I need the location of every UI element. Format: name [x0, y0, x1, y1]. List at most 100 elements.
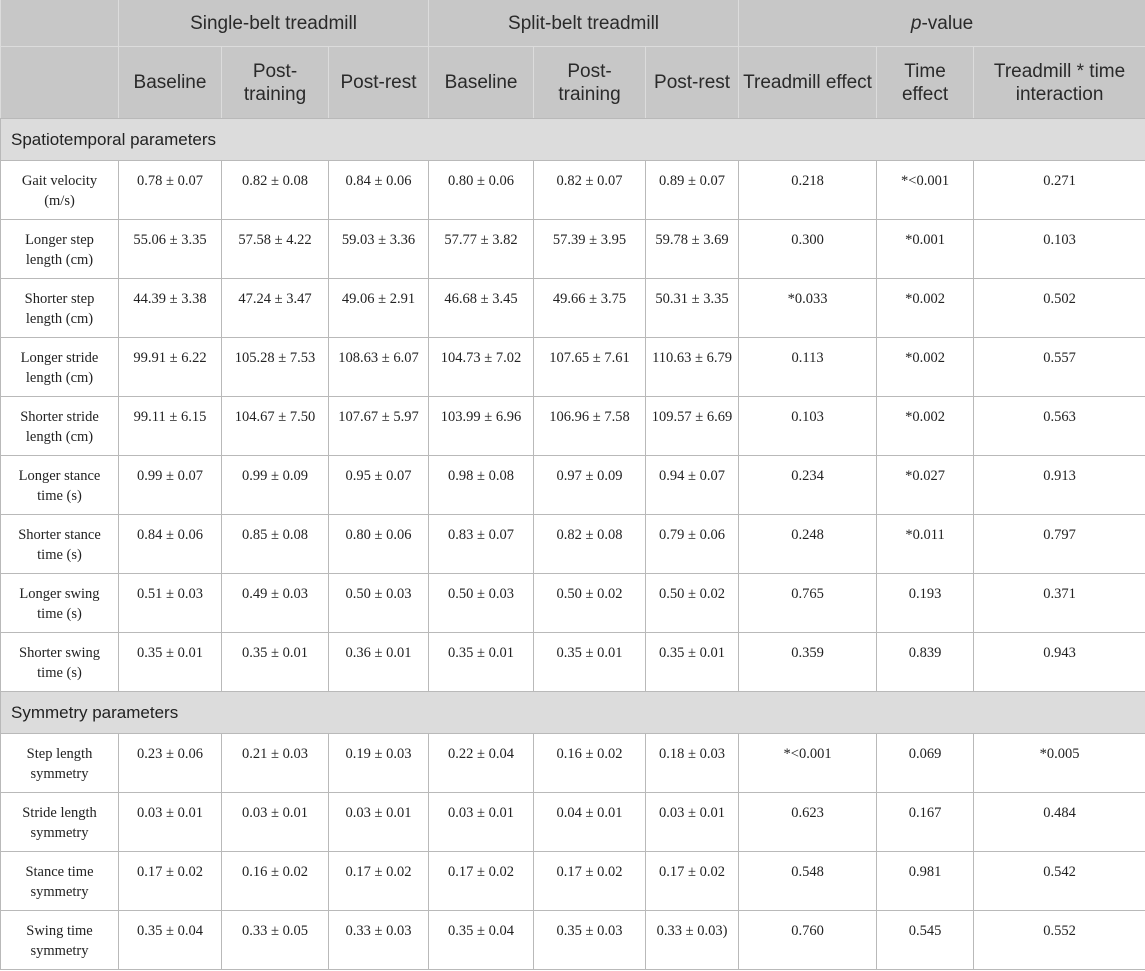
table-cell: 105.28 ± 7.53 — [221, 337, 329, 397]
table-cell: *0.027 — [876, 455, 975, 515]
table-cell: 0.760 — [738, 910, 878, 970]
parameter-name: Stance time symmetry — [0, 851, 119, 911]
table-cell: 57.77 ± 3.82 — [428, 219, 535, 279]
table-row: Longer stride length (cm) 99.91 ± 6.22 105… — [0, 337, 1145, 397]
table-cell: 0.49 ± 0.03 — [221, 573, 329, 633]
column-header: Post-rest — [327, 46, 430, 119]
table-cell: 0.300 — [738, 219, 878, 279]
table-cell: *0.005 — [973, 733, 1145, 793]
parameter-name: Shorter swing time (s) — [0, 632, 119, 692]
table-cell: 49.06 ± 2.91 — [327, 278, 430, 338]
table-row: Longer stance time (s) 0.99 ± 0.07 0.99 ± … — [0, 455, 1145, 515]
table-cell: 110.63 ± 6.79 — [645, 337, 740, 397]
column-header: Post-training — [221, 46, 329, 119]
table-cell: 0.16 ± 0.02 — [533, 733, 647, 793]
parameter-name: Longer step length (cm) — [0, 219, 119, 279]
table-cell: 0.21 ± 0.03 — [221, 733, 329, 793]
table-cell: 108.63 ± 6.07 — [327, 337, 430, 397]
header-corner-lower — [0, 46, 119, 119]
table-cell: 0.371 — [973, 573, 1145, 633]
table-cell: 109.57 ± 6.69 — [645, 396, 740, 456]
table-cell: 0.98 ± 0.08 — [428, 455, 535, 515]
table-cell: 0.17 ± 0.02 — [118, 851, 222, 911]
table-cell: 0.50 ± 0.03 — [428, 573, 535, 633]
table-cell: 49.66 ± 3.75 — [533, 278, 647, 338]
parameter-name: Step length symmetry — [0, 733, 119, 793]
table-cell: 0.89 ± 0.07 — [645, 160, 740, 220]
table-cell: 0.17 ± 0.02 — [645, 851, 740, 911]
table-cell: 0.82 ± 0.07 — [533, 160, 647, 220]
parameter-name: Gait velocity (m/s) — [0, 160, 119, 220]
table-cell: *0.002 — [876, 337, 975, 397]
table-cell: 106.96 ± 7.58 — [533, 396, 647, 456]
table-cell: 0.82 ± 0.08 — [221, 160, 329, 220]
table-cell: 0.03 ± 0.01 — [221, 792, 329, 852]
column-header: Time effect — [876, 46, 975, 119]
section-row: Spatiotemporal parameters — [0, 118, 1145, 161]
table-cell: *<0.001 — [876, 160, 975, 220]
table-cell: 50.31 ± 3.35 — [645, 278, 740, 338]
column-header: Post-rest — [645, 46, 740, 119]
table-cell: 0.103 — [973, 219, 1145, 279]
table-cell: 0.50 ± 0.02 — [645, 573, 740, 633]
table-row: Shorter stance time (s) 0.84 ± 0.06 0.85 ±… — [0, 514, 1145, 574]
column-header: Baseline — [118, 46, 222, 119]
table-cell: 0.17 ± 0.02 — [327, 851, 430, 911]
table-body: Spatiotemporal parameters Gait velocity (… — [0, 118, 1145, 970]
table-cell: 104.73 ± 7.02 — [428, 337, 535, 397]
table-row: Step length symmetry 0.23 ± 0.06 0.21 ± 0.… — [0, 733, 1145, 793]
section-title: Spatiotemporal parameters — [0, 118, 1145, 161]
table-row: Stride length symmetry 0.03 ± 0.01 0.03 ± … — [0, 792, 1145, 852]
table-cell: 99.11 ± 6.15 — [118, 396, 222, 456]
table-cell: 0.069 — [876, 733, 975, 793]
table-cell: 99.91 ± 6.22 — [118, 337, 222, 397]
table-cell: 0.82 ± 0.08 — [533, 514, 647, 574]
table-cell: 107.67 ± 5.97 — [327, 396, 430, 456]
table-cell: 0.83 ± 0.07 — [428, 514, 535, 574]
table-cell: 0.35 ± 0.01 — [645, 632, 740, 692]
parameter-name: Shorter stance time (s) — [0, 514, 119, 574]
table-cell: 59.03 ± 3.36 — [327, 219, 430, 279]
table-cell: *<0.001 — [738, 733, 878, 793]
table-cell: 0.913 — [973, 455, 1145, 515]
column-header: Treadmill * time interaction — [973, 46, 1145, 119]
table-cell: 0.99 ± 0.07 — [118, 455, 222, 515]
table-cell: 0.79 ± 0.06 — [645, 514, 740, 574]
section-row: Symmetry parameters — [0, 691, 1145, 734]
table-cell: 0.35 ± 0.01 — [221, 632, 329, 692]
table-cell: 0.542 — [973, 851, 1145, 911]
table-cell: 0.234 — [738, 455, 878, 515]
table-cell: 0.17 ± 0.02 — [533, 851, 647, 911]
table-cell: 0.03 ± 0.01 — [428, 792, 535, 852]
table-cell: 0.113 — [738, 337, 878, 397]
group-header-split-belt: Split-belt treadmill — [428, 0, 740, 47]
results-table: Single-belt treadmill Split-belt treadmi… — [0, 0, 1145, 970]
table-cell: 0.99 ± 0.09 — [221, 455, 329, 515]
parameter-name: Longer swing time (s) — [0, 573, 119, 633]
table-cell: 0.97 ± 0.09 — [533, 455, 647, 515]
table-cell: 0.103 — [738, 396, 878, 456]
table-cell: 0.981 — [876, 851, 975, 911]
group-header-p-value: p-value — [738, 0, 1145, 47]
column-header: Post-training — [533, 46, 647, 119]
parameter-name: Longer stance time (s) — [0, 455, 119, 515]
table-cell: 0.271 — [973, 160, 1145, 220]
table-cell: 0.19 ± 0.03 — [327, 733, 430, 793]
table-row: Shorter step length (cm) 44.39 ± 3.38 47.2… — [0, 278, 1145, 338]
table-cell: 0.557 — [973, 337, 1145, 397]
table-cell: 0.03 ± 0.01 — [645, 792, 740, 852]
table-row: Stance time symmetry 0.17 ± 0.02 0.16 ± 0.… — [0, 851, 1145, 911]
table-cell: *0.002 — [876, 278, 975, 338]
table-row: Longer swing time (s) 0.51 ± 0.03 0.49 ± 0… — [0, 573, 1145, 633]
group-header-single-belt: Single-belt treadmill — [117, 0, 430, 47]
table-cell: 0.50 ± 0.03 — [327, 573, 430, 633]
table-cell: 0.839 — [876, 632, 975, 692]
p-letter: p — [910, 12, 922, 34]
table-cell: 0.84 ± 0.06 — [327, 160, 430, 220]
table-row: Swing time symmetry 0.35 ± 0.04 0.33 ± 0.0… — [0, 910, 1145, 970]
table-cell: 0.95 ± 0.07 — [327, 455, 430, 515]
table-cell: 55.06 ± 3.35 — [118, 219, 222, 279]
table-cell: 59.78 ± 3.69 — [645, 219, 740, 279]
table-row: Shorter swing time (s) 0.35 ± 0.01 0.35 ± … — [0, 632, 1145, 692]
table-cell: 47.24 ± 3.47 — [221, 278, 329, 338]
